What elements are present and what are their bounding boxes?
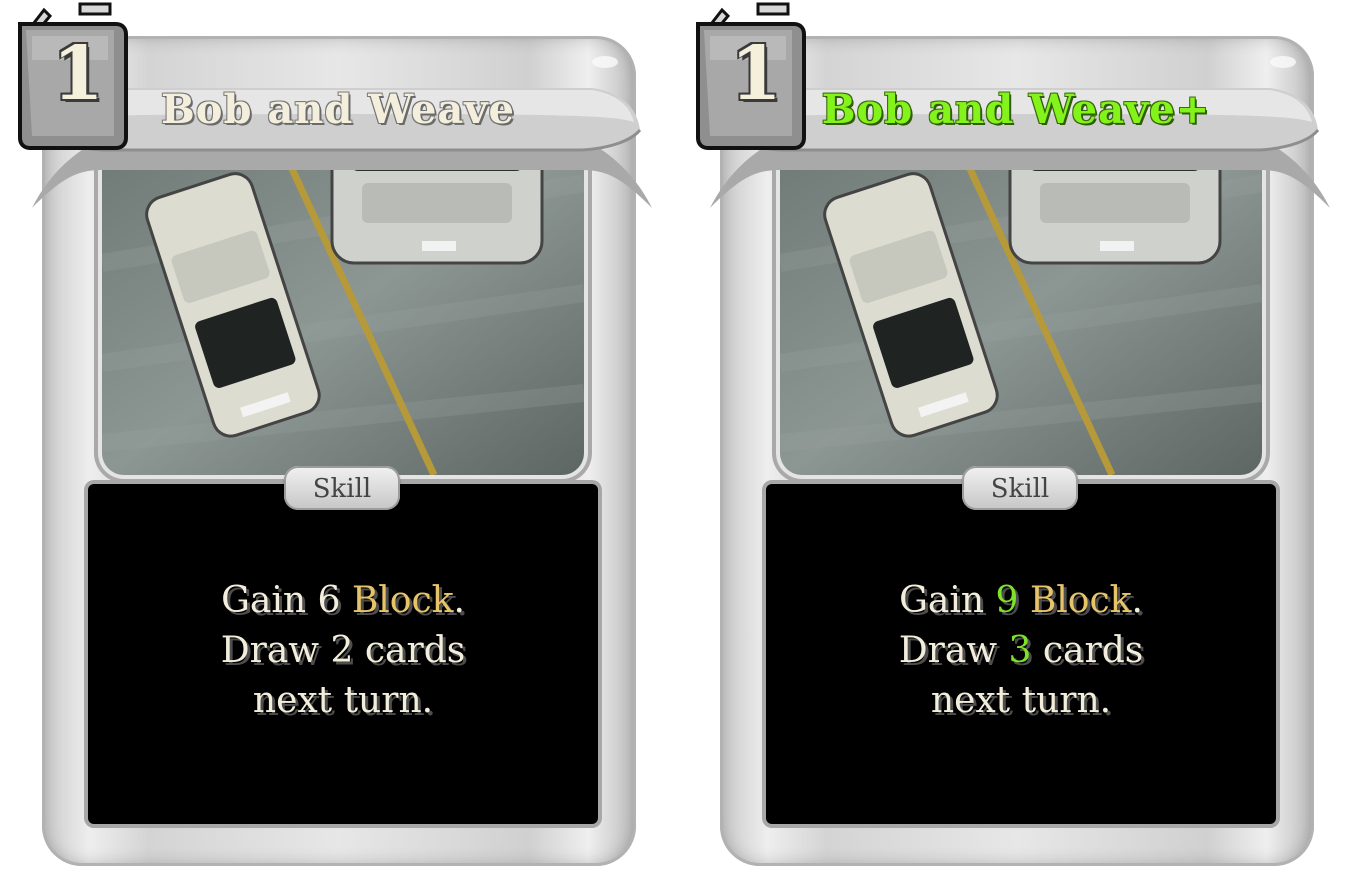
keyword-block: Block	[1029, 580, 1132, 621]
keyword-block: Block	[351, 580, 454, 621]
description-text: .	[453, 580, 465, 621]
description-line-3: next turn.	[252, 680, 434, 721]
card-description-panel: Gain 6 Block. Draw 2 cards next turn.	[88, 484, 598, 824]
card-bob-and-weave-upgraded[interactable]: Bob and Weave+ Gain 9 Block. Draw 3 card…	[678, 0, 1356, 874]
card-description: Gain 9 Block. Draw 3 cards next turn.	[766, 576, 1276, 726]
card-description-panel: Gain 9 Block. Draw 3 cards next turn.	[766, 484, 1276, 824]
card-cost: 1	[730, 31, 782, 117]
description-line-1: Gain 6 Block.	[88, 576, 598, 626]
description-text: Gain 6	[221, 580, 352, 621]
card-title: Bob and Weave+	[821, 86, 1211, 133]
card-type-label: Skill	[962, 466, 1078, 510]
description-text: Gain	[899, 580, 996, 621]
description-text: cards	[1031, 630, 1144, 671]
description-text: .	[1131, 580, 1143, 621]
description-line-1: Gain 9 Block.	[766, 576, 1276, 626]
description-text: Draw	[898, 630, 1009, 671]
description-line-3: next turn.	[930, 680, 1112, 721]
card-cost: 1	[52, 31, 104, 117]
card-title: Bob and Weave	[161, 86, 515, 133]
upgraded-value: 9	[995, 580, 1019, 621]
description-line-2: Draw 2 cards	[220, 630, 466, 671]
upgraded-value: 3	[1008, 630, 1032, 671]
card-type-label: Skill	[284, 466, 400, 510]
description-line-2: Draw 3 cards	[766, 626, 1276, 676]
card-description: Gain 6 Block. Draw 2 cards next turn.	[88, 576, 598, 726]
card-bob-and-weave[interactable]: Bob and Weave Gain 6 Block. Draw 2 cards…	[0, 0, 680, 874]
